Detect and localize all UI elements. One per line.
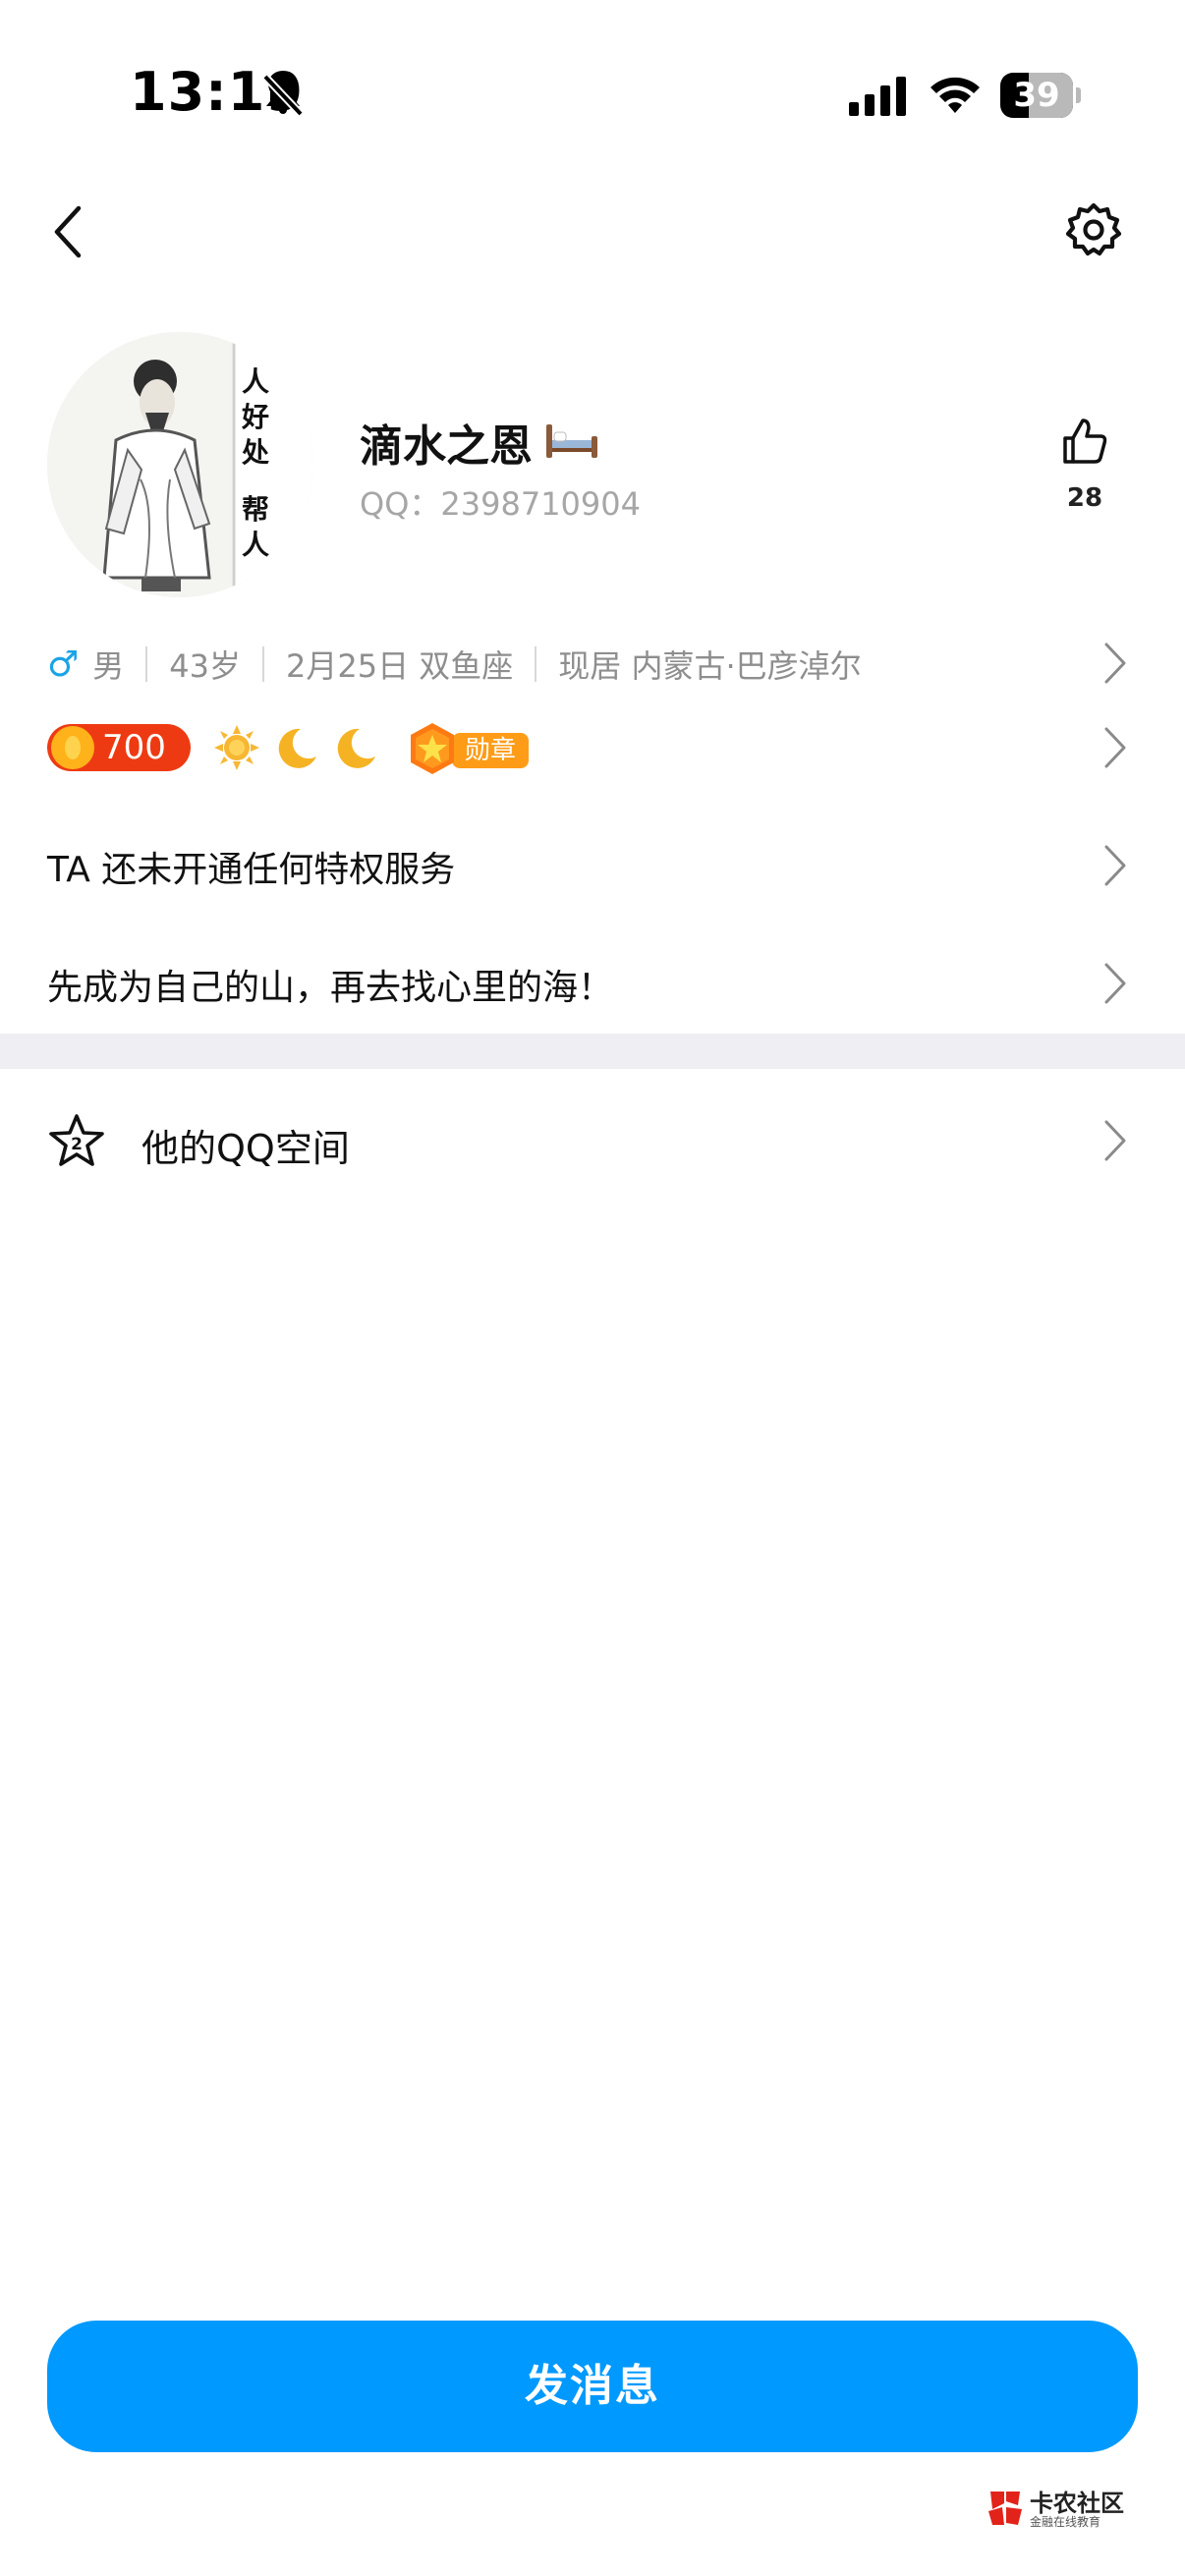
battery-level: 39 bbox=[1013, 76, 1060, 115]
qq-number-line: QQ：2398710904 bbox=[360, 479, 641, 525]
svg-text:人: 人 bbox=[242, 529, 269, 561]
qq-number: 2398710904 bbox=[440, 485, 641, 523]
nickname: 滴水之恩 bbox=[360, 421, 533, 472]
qzone-label[interactable]: 他的QQ空间 bbox=[141, 1118, 350, 1172]
svg-text:人: 人 bbox=[242, 365, 269, 398]
watermark-logo-icon bbox=[988, 2492, 1022, 2525]
moon-level-icon bbox=[278, 728, 316, 768]
avatar-sage-illustration: 人 好 处 帮 人 bbox=[47, 332, 312, 597]
svg-text:处: 处 bbox=[241, 436, 269, 469]
divider bbox=[262, 646, 265, 682]
privilege-row[interactable]: TA 还未开通任何特权服务 bbox=[47, 841, 455, 892]
medal-label: 勋章 bbox=[452, 733, 529, 768]
gender: 男 bbox=[92, 647, 125, 685]
star-medal-icon bbox=[411, 723, 454, 774]
birthday: 2月25日 双鱼座 bbox=[286, 647, 514, 685]
watermark: 卡农社区 金融在线教育 bbox=[985, 2484, 1142, 2533]
wifi-icon bbox=[931, 77, 980, 113]
level-badge[interactable]: 700 bbox=[47, 724, 191, 771]
chevron-right-icon[interactable] bbox=[1102, 1118, 1128, 1163]
battery-tip bbox=[1076, 87, 1081, 103]
thumbs-up-icon[interactable] bbox=[1061, 417, 1108, 466]
section-divider bbox=[0, 1034, 1185, 1069]
chevron-right-icon[interactable] bbox=[1102, 961, 1128, 1006]
qq-label: QQ： bbox=[360, 485, 441, 523]
watermark-subtitle: 金融在线教育 bbox=[1030, 2515, 1101, 2529]
svg-text:好: 好 bbox=[241, 401, 269, 433]
chevron-right-icon[interactable] bbox=[1102, 725, 1128, 770]
avatar[interactable]: 人 好 处 帮 人 bbox=[47, 332, 312, 597]
signature-row[interactable]: 先成为自己的山，再去找心里的海！ bbox=[47, 959, 613, 1010]
level-value: 700 bbox=[102, 728, 166, 767]
like-count: 28 bbox=[1066, 483, 1103, 513]
battery-indicator: 39 bbox=[1000, 73, 1081, 118]
qzone-icon-number: 2 bbox=[71, 1135, 83, 1154]
send-message-button[interactable]: 发消息 bbox=[47, 2321, 1138, 2452]
silent-bell-icon bbox=[262, 74, 304, 117]
divider bbox=[535, 646, 537, 682]
bed-emoji-icon bbox=[546, 424, 597, 458]
cellular-signal-icon bbox=[849, 77, 906, 116]
medal-badge[interactable]: 勋章 bbox=[405, 721, 533, 776]
divider bbox=[145, 646, 148, 682]
chevron-right-icon[interactable] bbox=[1102, 843, 1128, 888]
male-gender-icon: ♂ bbox=[47, 644, 80, 685]
sun-level-icon bbox=[214, 725, 259, 770]
age: 43岁 bbox=[169, 647, 242, 685]
chevron-right-icon[interactable] bbox=[1102, 641, 1128, 686]
svg-text:帮: 帮 bbox=[242, 493, 269, 526]
qzone-star-icon: 2 bbox=[49, 1114, 104, 1166]
moon-level-icon bbox=[337, 728, 375, 768]
location: 现居 内蒙古·巴彦淖尔 bbox=[558, 647, 862, 685]
gear-icon[interactable] bbox=[1065, 201, 1122, 258]
level-coin-icon bbox=[51, 726, 94, 769]
profile-info-row[interactable]: ♂ 男 43岁 2月25日 双鱼座 现居 内蒙古·巴彦淖尔 bbox=[47, 641, 862, 688]
back-icon[interactable] bbox=[45, 202, 90, 261]
